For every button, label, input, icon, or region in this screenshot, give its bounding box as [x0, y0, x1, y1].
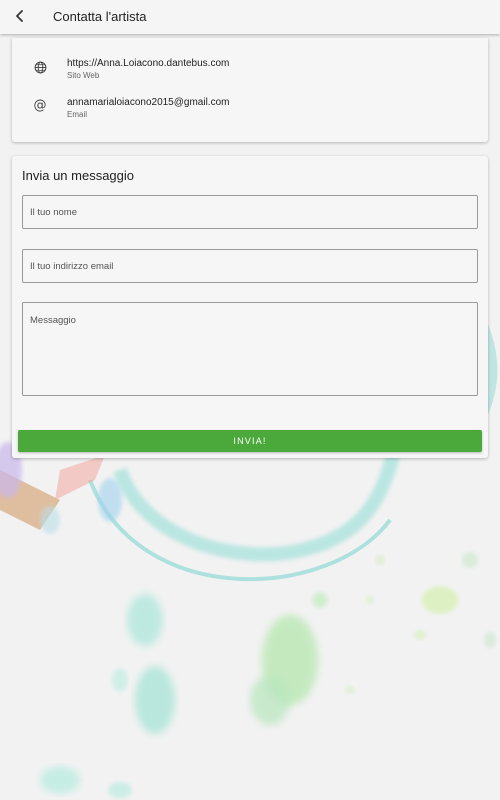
send-message-card: Invia un messaggio INVIA!	[12, 156, 488, 458]
app-bar: Contatta l'artista	[0, 0, 500, 34]
at-sign-icon: @	[33, 98, 47, 113]
email-link[interactable]: annamarialoiacono2015@gmail.com	[67, 97, 229, 108]
form-title: Invia un messaggio	[22, 168, 135, 183]
artist-contacts-card: https://Anna.Loiacono.dantebus.com Sito …	[12, 38, 488, 142]
email-label: Email	[67, 110, 88, 119]
send-button[interactable]: INVIA!	[18, 430, 482, 452]
email-row[interactable]: @ annamarialoiacono2015@gmail.com Email	[12, 94, 488, 124]
website-label: Sito Web	[67, 71, 100, 80]
globe-icon	[32, 59, 48, 75]
website-row[interactable]: https://Anna.Loiacono.dantebus.com Sito …	[12, 55, 488, 85]
website-link[interactable]: https://Anna.Loiacono.dantebus.com	[67, 58, 229, 69]
page-title: Contatta l'artista	[53, 9, 147, 24]
email-input[interactable]	[22, 249, 478, 283]
message-textarea[interactable]	[22, 302, 478, 396]
arrow-back-icon	[16, 10, 23, 22]
back-button[interactable]	[9, 5, 31, 27]
name-input[interactable]	[22, 195, 478, 229]
